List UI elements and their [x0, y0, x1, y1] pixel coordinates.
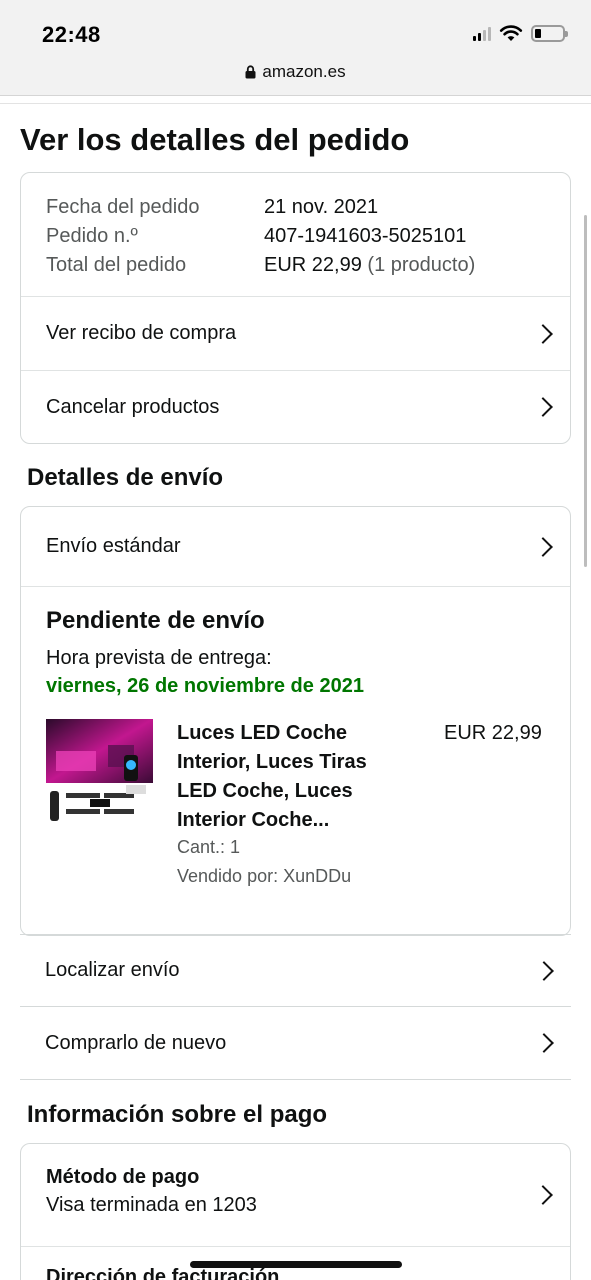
status-time: 22:48 [42, 22, 101, 47]
billing-address-label[interactable]: Dirección de facturación [46, 1266, 279, 1280]
receipt-link[interactable]: Ver recibo de compra [21, 297, 570, 370]
payment-section-title: Información sobre el pago [27, 1101, 328, 1128]
chevron-right-icon [533, 397, 553, 417]
lock-icon [245, 65, 256, 79]
order-total-count: (1 producto) [367, 254, 476, 276]
order-date-row: Fecha del pedido 21 nov. 2021 [46, 193, 545, 222]
cancel-products-link[interactable]: Cancelar productos [21, 370, 570, 443]
receipt-link-label: Ver recibo de compra [46, 322, 237, 344]
eta-date: viernes, 26 de noviembre de 2021 [46, 675, 364, 697]
payment-method-value: Visa terminada en 1203 [46, 1194, 257, 1216]
wifi-icon [499, 25, 523, 41]
shipment-status: Pendiente de envío [46, 607, 265, 634]
product-title-link[interactable]: Luces LED Coche Interior, Luces Tiras LE… [177, 719, 397, 835]
shipping-method-link[interactable]: Envío estándar [21, 507, 570, 587]
status-icons [473, 24, 568, 42]
browser-chrome: 22:48 amazon.es [0, 0, 591, 96]
track-shipment-link[interactable]: Localizar envío [20, 934, 571, 1007]
order-number-label: Pedido n.º [46, 225, 138, 247]
home-indicator[interactable] [190, 1261, 402, 1268]
order-summary-card: Fecha del pedido 21 nov. 2021 Pedido n.º… [20, 172, 571, 444]
chevron-right-icon [533, 323, 553, 344]
url-text: amazon.es [262, 62, 346, 81]
order-number-value: 407-1941603-5025101 [264, 225, 467, 247]
shipping-section-title: Detalles de envío [27, 464, 224, 491]
scrollbar[interactable] [584, 215, 587, 567]
order-total-row: Total del pedido EUR 22,99 (1 producto) [46, 251, 545, 280]
order-total-amount: EUR 22,99 [264, 254, 362, 276]
product-quantity: Cant.: 1 [177, 837, 241, 857]
buy-again-link[interactable]: Comprarlo de nuevo [20, 1007, 571, 1080]
battery-icon [531, 24, 568, 42]
chevron-right-icon [534, 1033, 554, 1053]
payment-method-label: Método de pago [46, 1166, 200, 1188]
order-meta: Fecha del pedido 21 nov. 2021 Pedido n.º… [21, 173, 570, 297]
divider [21, 1246, 570, 1247]
chevron-right-icon [533, 536, 553, 557]
buy-again-label: Comprarlo de nuevo [45, 1031, 227, 1054]
product-image[interactable] [46, 719, 153, 826]
eta-label: Hora prevista de entrega: [46, 647, 272, 669]
order-total-value: EUR 22,99 (1 producto) [264, 251, 475, 280]
shipping-card: Envío estándar Pendiente de envío Hora p… [20, 506, 571, 936]
product-seller: Vendido por: XunDDu [177, 866, 352, 886]
order-total-label: Total del pedido [46, 254, 187, 276]
payment-method-link[interactable]: Método de pago Visa terminada en 1203 [21, 1144, 570, 1246]
order-date-value: 21 nov. 2021 [264, 196, 379, 218]
address-bar[interactable]: amazon.es [0, 62, 591, 82]
signal-icon [473, 25, 491, 41]
header-divider [0, 96, 591, 104]
track-shipment-label: Localizar envío [45, 959, 180, 981]
payment-card: Método de pago Visa terminada en 1203 Di… [20, 1143, 571, 1280]
chevron-right-icon [534, 960, 554, 981]
cancel-products-label: Cancelar productos [46, 395, 220, 418]
chevron-right-icon [533, 1185, 553, 1205]
order-number-row: Pedido n.º 407-1941603-5025101 [46, 222, 545, 251]
order-date-label: Fecha del pedido [46, 196, 200, 218]
product-price: EUR 22,99 [444, 722, 542, 744]
shipping-method-label: Envío estándar [46, 535, 181, 557]
page-title: Ver los detalles del pedido [20, 122, 410, 157]
